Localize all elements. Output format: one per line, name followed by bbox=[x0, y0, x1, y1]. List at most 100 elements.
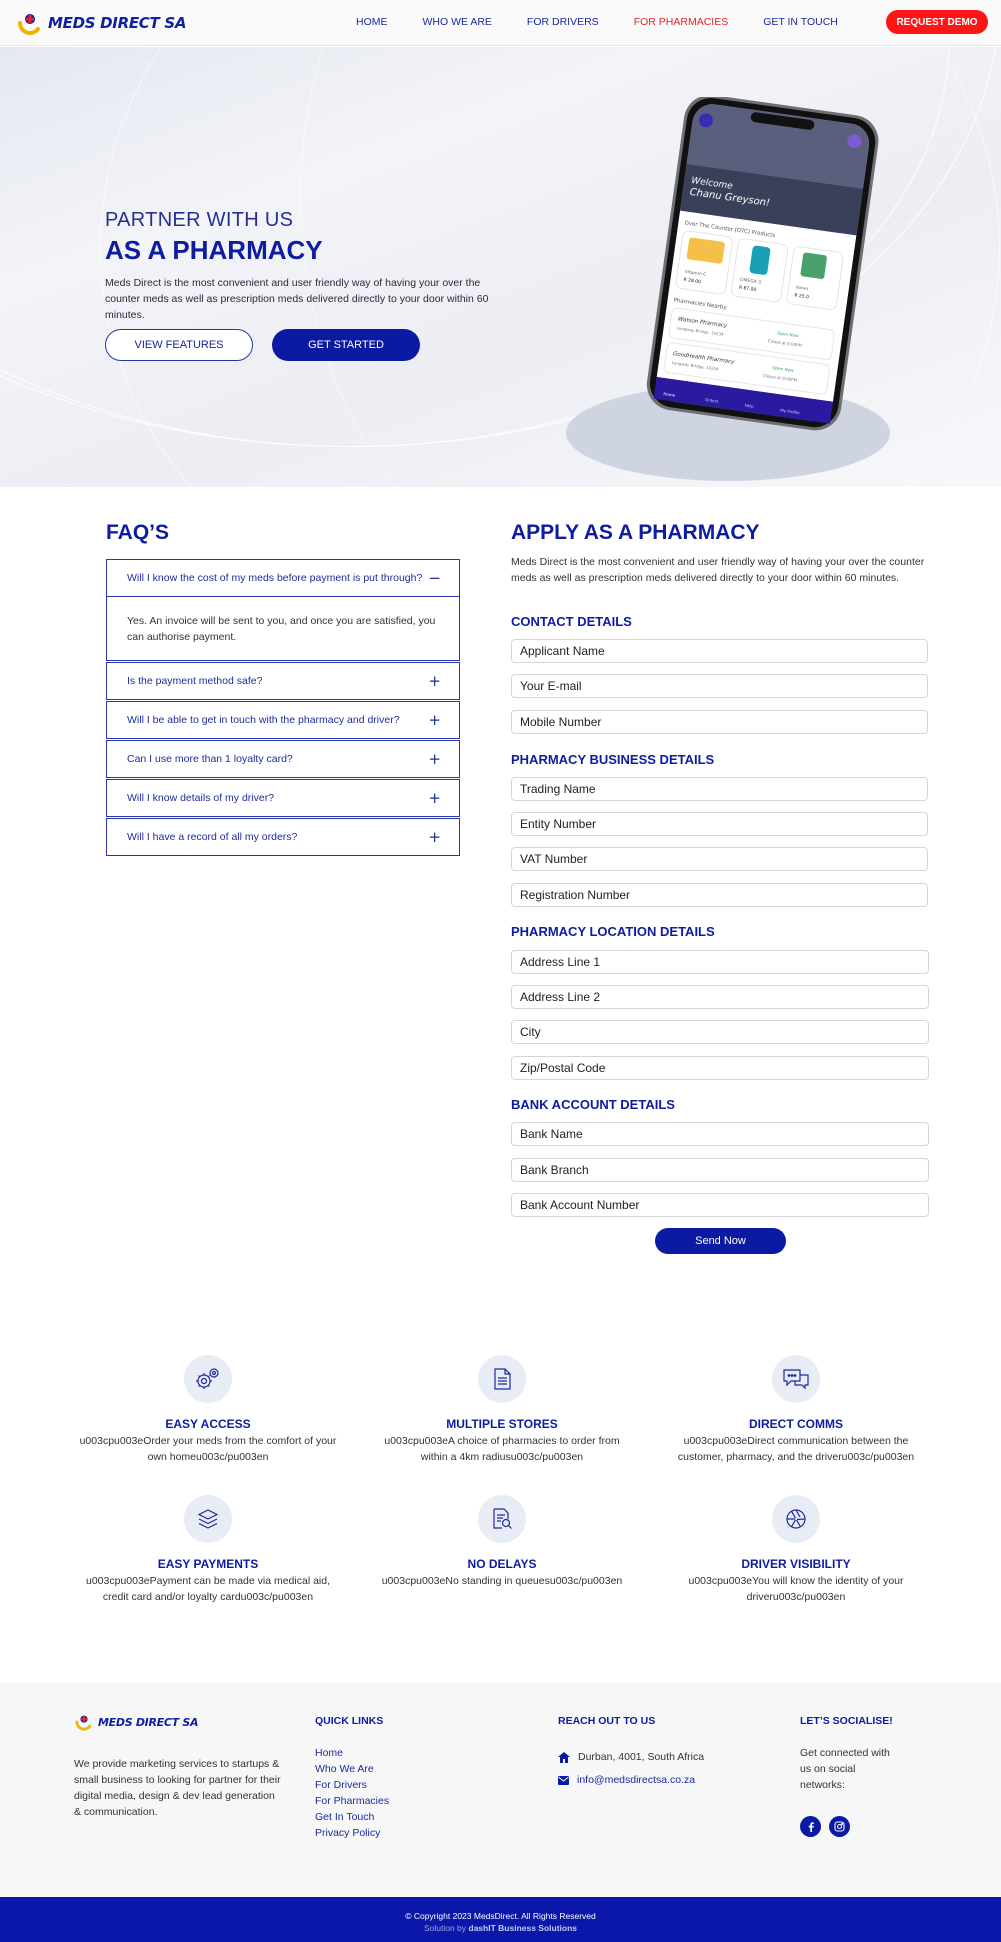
faq-question[interactable]: Can I use more than 1 loyalty card? + bbox=[107, 741, 459, 777]
faq-item: Will I be able to get in touch with the … bbox=[106, 701, 460, 739]
send-now-button[interactable]: Send Now bbox=[655, 1228, 786, 1254]
envelope-icon bbox=[558, 1775, 569, 1785]
footer-link-for-drivers[interactable]: For Drivers bbox=[315, 1777, 389, 1793]
bank-name-field[interactable] bbox=[511, 1122, 929, 1146]
logo-icon bbox=[18, 14, 40, 35]
feature-title: EASY ACCESS bbox=[165, 1417, 251, 1431]
section-heading-bank: BANK ACCOUNT DETAILS bbox=[511, 1097, 675, 1112]
faq-item: Is the payment method safe? + bbox=[106, 662, 460, 700]
nav-home[interactable]: HOME bbox=[356, 16, 388, 28]
plus-icon: + bbox=[428, 672, 441, 690]
apply-description: Meds Direct is the most convenient and u… bbox=[511, 556, 925, 584]
footer-link-for-pharmacies[interactable]: For Pharmacies bbox=[315, 1793, 389, 1809]
feature-description: u003cpu003eA choice of pharmacies to ord… bbox=[352, 1433, 652, 1465]
faq-item: Can I use more than 1 loyalty card? + bbox=[106, 740, 460, 778]
applicant-name-field[interactable] bbox=[511, 639, 928, 663]
feature-line: driveru003c/pu003en bbox=[746, 1591, 846, 1603]
solution-by-link[interactable]: dashIT Business Solutions bbox=[468, 1923, 577, 1933]
faq-question[interactable]: Will I have a record of all my orders? + bbox=[107, 819, 459, 855]
feature-description: u003cpu003eDirect communication between … bbox=[646, 1433, 946, 1465]
view-features-button[interactable]: VIEW FEATURES bbox=[105, 329, 253, 361]
search-document-icon bbox=[478, 1495, 526, 1543]
apply-title: APPLY AS A PHARMACY bbox=[511, 521, 760, 544]
plus-icon: + bbox=[428, 711, 441, 729]
faq-question[interactable]: Will I know details of my driver? + bbox=[107, 780, 459, 816]
home-icon bbox=[558, 1751, 570, 1763]
feature-description: u003cpu003eOrder your meds from the comf… bbox=[58, 1433, 358, 1465]
social-heading: LET’S SOCIALISE! bbox=[800, 1715, 893, 1727]
document-icon bbox=[478, 1355, 526, 1403]
feature-line: customer, pharmacy, and the driveru003c/… bbox=[677, 1451, 915, 1463]
logo-icon bbox=[75, 1715, 92, 1731]
get-started-button[interactable]: GET STARTED bbox=[272, 329, 420, 361]
nav-for-pharmacies[interactable]: FOR PHARMACIES bbox=[634, 16, 729, 28]
instagram-icon[interactable] bbox=[829, 1816, 850, 1837]
registration-number-field[interactable] bbox=[511, 883, 928, 907]
address-line-2-field[interactable] bbox=[511, 985, 929, 1009]
faq-question[interactable]: Will I know the cost of my meds before p… bbox=[107, 560, 459, 596]
trading-name-field[interactable] bbox=[511, 777, 928, 801]
feature-direct-comms: DIRECT COMMS u003cpu003eDirect communica… bbox=[646, 1355, 946, 1465]
feature-easy-payments: EASY PAYMENTS u003cpu003ePayment can be … bbox=[58, 1495, 358, 1605]
brand-name: MEDS DIRECT SA bbox=[48, 14, 187, 32]
bank-account-number-field[interactable] bbox=[511, 1193, 929, 1217]
nav-get-in-touch[interactable]: GET IN TOUCH bbox=[763, 16, 838, 28]
hero-kicker: PARTNER WITH US bbox=[105, 209, 294, 231]
request-demo-button[interactable]: REQUEST DEMO bbox=[886, 10, 988, 34]
footer-link-privacy-policy[interactable]: Privacy Policy bbox=[315, 1825, 389, 1841]
nav-who-we-are[interactable]: WHO WE ARE bbox=[423, 16, 492, 28]
feature-description: u003cpu003ePayment can be made via medic… bbox=[58, 1573, 358, 1605]
feature-line: u003cpu003eNo standing in queuesu003c/pu… bbox=[381, 1575, 623, 1587]
feature-title: NO DELAYS bbox=[467, 1557, 537, 1571]
faq-title: FAQ’S bbox=[106, 521, 170, 544]
faq-question-text: Is the payment method safe? bbox=[127, 675, 263, 687]
feature-title: DIRECT COMMS bbox=[749, 1417, 843, 1431]
copyright-text: © Copyright 2023 MedsDirect. All Rights … bbox=[405, 1911, 596, 1921]
hero-title: AS A PHARMACY bbox=[105, 235, 323, 265]
plus-icon: + bbox=[428, 750, 441, 768]
feature-title: EASY PAYMENTS bbox=[157, 1557, 259, 1571]
section-heading-business: PHARMACY BUSINESS DETAILS bbox=[511, 752, 715, 767]
feature-title: DRIVER VISIBILITY bbox=[741, 1557, 851, 1571]
feature-line: own homeu003c/pu003en bbox=[147, 1451, 269, 1463]
feature-line: u003cpu003ePayment can be made via medic… bbox=[86, 1575, 330, 1587]
feature-title: MULTIPLE STORES bbox=[446, 1417, 558, 1431]
facebook-icon[interactable] bbox=[800, 1816, 821, 1837]
vat-number-field[interactable] bbox=[511, 847, 928, 871]
plus-icon: + bbox=[428, 789, 441, 807]
site-footer: MEDS DIRECT SA We provide marketing serv… bbox=[0, 1683, 1001, 1897]
feature-line: credit card and/or loyalty cardu003c/pu0… bbox=[102, 1591, 314, 1603]
footer-email-link[interactable]: info@medsdirectsa.co.za bbox=[577, 1774, 695, 1786]
footer-logo[interactable]: MEDS DIRECT SA bbox=[74, 1712, 199, 1732]
feature-driver-visibility: DRIVER VISIBILITY u003cpu003eYou will kn… bbox=[646, 1495, 946, 1605]
faq-item: Will I have a record of all my orders? + bbox=[106, 818, 460, 856]
postal-code-field[interactable] bbox=[511, 1056, 929, 1080]
faq-question-text: Will I have a record of all my orders? bbox=[127, 831, 298, 843]
reach-out-heading: REACH OUT TO US bbox=[558, 1715, 656, 1727]
plus-icon: + bbox=[428, 828, 441, 846]
nav-for-drivers[interactable]: FOR DRIVERS bbox=[527, 16, 599, 28]
layers-icon bbox=[184, 1495, 232, 1543]
email-field[interactable] bbox=[511, 674, 928, 698]
entity-number-field[interactable] bbox=[511, 812, 928, 836]
city-field[interactable] bbox=[511, 1020, 929, 1044]
footer-address: Durban, 4001, South Africa bbox=[558, 1751, 704, 1763]
bank-branch-field[interactable] bbox=[511, 1158, 929, 1182]
faq-item: Will I know details of my driver? + bbox=[106, 779, 460, 817]
gears-icon bbox=[184, 1355, 232, 1403]
phone-mockup: Welcome Chanu Greyson! Over The Counter … bbox=[646, 97, 879, 431]
footer-link-who-we-are[interactable]: Who We Are bbox=[315, 1761, 389, 1777]
footer-link-get-in-touch[interactable]: Get In Touch bbox=[315, 1809, 389, 1825]
chat-icon bbox=[772, 1355, 820, 1403]
footer-link-home[interactable]: Home bbox=[315, 1745, 389, 1761]
mobile-number-field[interactable] bbox=[511, 710, 928, 734]
feature-line: within a 4km radiusu003c/pu003en bbox=[420, 1451, 584, 1463]
section-heading-contact: CONTACT DETAILS bbox=[511, 614, 632, 629]
minus-icon: − bbox=[428, 569, 441, 587]
main-nav: HOME WHO WE ARE FOR DRIVERS FOR PHARMACI… bbox=[356, 16, 873, 28]
faq-question[interactable]: Is the payment method safe? + bbox=[107, 663, 459, 699]
brand-logo[interactable]: MEDS DIRECT SA bbox=[16, 9, 186, 37]
quick-links-heading: QUICK LINKS bbox=[315, 1715, 384, 1727]
address-line-1-field[interactable] bbox=[511, 950, 929, 974]
faq-question[interactable]: Will I be able to get in touch with the … bbox=[107, 702, 459, 738]
